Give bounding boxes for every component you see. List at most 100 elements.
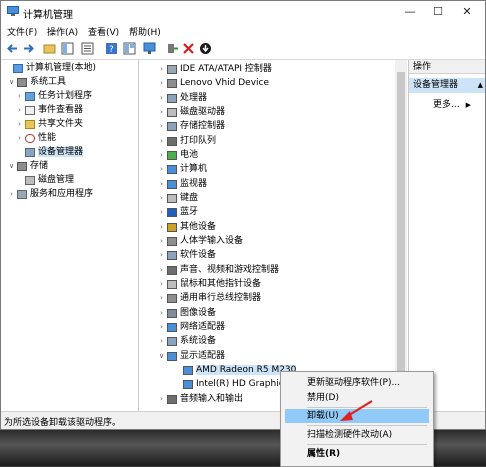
maximize-button[interactable]: ☐ — [425, 4, 451, 20]
actions-more[interactable]: 更多... ▶ — [433, 97, 471, 110]
properties-icon[interactable] — [123, 42, 136, 55]
tree-item-performance[interactable]: › 性能 — [15, 132, 56, 145]
menu-item-properties[interactable]: 属性(R) — [285, 447, 429, 461]
chevron-down-icon[interactable]: ∨ — [7, 76, 16, 89]
actions-section-device-manager[interactable]: 设备管理器 ▲ — [409, 78, 485, 93]
menu-view[interactable]: 查看(V) — [88, 25, 119, 38]
chevron-right-icon[interactable]: › — [7, 188, 16, 201]
chevron-right-icon[interactable]: › — [157, 235, 166, 248]
chevron-right-icon[interactable]: › — [157, 393, 166, 406]
device-category[interactable]: › Lenovo Vhid Device — [157, 77, 269, 90]
device-category[interactable]: › 监视器 — [157, 178, 207, 191]
chevron-right-icon[interactable]: › — [157, 77, 166, 90]
tree-item-event-viewer[interactable]: › 事件查看器 — [15, 104, 83, 117]
device-category[interactable]: › 打印队列 — [157, 135, 216, 148]
device-category[interactable]: › 计算机 — [157, 163, 207, 176]
chevron-right-icon[interactable]: › — [157, 92, 166, 105]
event-log-icon — [25, 106, 35, 115]
close-button[interactable]: ✕ — [454, 4, 480, 20]
chevron-right-icon[interactable]: › — [157, 178, 166, 191]
chevron-right-icon[interactable]: › — [157, 249, 166, 262]
device-list: › IDE ATA/ATAPI 控制器 › Lenovo Vhid Device › 处理… — [141, 60, 409, 411]
chevron-right-icon[interactable]: › — [15, 90, 24, 103]
chevron-right-icon[interactable]: › — [157, 106, 166, 119]
up-folder-icon[interactable] — [43, 42, 56, 55]
device-category[interactable]: › IDE ATA/ATAPI 控制器 — [157, 63, 272, 76]
clock-icon — [25, 92, 35, 101]
device-category[interactable]: › 图像设备 — [157, 307, 216, 320]
uninstall-x-icon[interactable] — [182, 42, 195, 55]
device-category[interactable]: › 磁盘驱动器 — [157, 106, 225, 119]
scrollbar-thumb[interactable] — [397, 72, 405, 372]
device-icon — [167, 136, 177, 146]
chevron-right-icon[interactable]: › — [157, 221, 166, 234]
device-category[interactable]: › 声音、视频和游戏控制器 — [157, 264, 279, 277]
device-item[interactable]: Intel(R) HD Graphics — [173, 378, 288, 391]
chevron-right-icon[interactable]: › — [157, 335, 166, 348]
tree-item-task-scheduler[interactable]: › 任务计划程序 — [15, 90, 92, 103]
chevron-down-icon[interactable]: ∨ — [7, 160, 16, 173]
chevron-right-icon[interactable]: › — [157, 292, 166, 305]
device-item[interactable]: AMD Radeon R5 M230 — [173, 364, 297, 377]
menu-file[interactable]: 文件(F) — [7, 25, 37, 38]
device-category[interactable]: › 音频输入和输出 — [157, 393, 243, 406]
tree-item-computer-management[interactable]: 计算机管理(本地) — [3, 62, 96, 75]
chevron-right-icon[interactable]: › — [157, 321, 166, 334]
chevron-right-icon[interactable]: › — [15, 118, 24, 131]
chevron-down-icon[interactable]: ∨ — [157, 350, 166, 363]
device-category[interactable]: › 键盘 — [157, 192, 198, 205]
device-category[interactable]: › 存储控制器 — [157, 120, 225, 133]
chevron-right-icon[interactable]: › — [157, 135, 166, 148]
chevron-right-icon[interactable]: › — [157, 63, 166, 76]
device-category[interactable]: › 通用串行总线控制器 — [157, 292, 261, 305]
device-category[interactable]: ∨ 显示适配器 — [157, 350, 225, 363]
chevron-right-icon[interactable]: › — [15, 104, 24, 117]
menu-item-scan-hardware[interactable]: 扫描检测硬件改动(A) — [285, 428, 429, 442]
minimize-button[interactable]: — — [397, 4, 423, 20]
title-bar: 计算机管理 — ☐ ✕ — [1, 1, 485, 23]
device-category[interactable]: › 软件设备 — [157, 249, 216, 262]
performance-icon — [25, 134, 35, 143]
tree-item-disk-management[interactable]: 磁盘管理 — [15, 174, 74, 187]
menu-help[interactable]: 帮助(H) — [129, 25, 161, 38]
vertical-scrollbar[interactable] — [395, 60, 407, 411]
tree-item-shared-folders[interactable]: › 共享文件夹 — [15, 118, 83, 131]
device-icon — [167, 294, 177, 304]
annotation-arrow-icon — [340, 400, 373, 421]
chevron-right-icon[interactable]: › — [157, 149, 166, 162]
chevron-right-icon[interactable]: › — [157, 163, 166, 176]
chevron-right-icon[interactable]: › — [157, 278, 166, 291]
tree-item-storage[interactable]: ∨ 存储 — [7, 160, 48, 173]
chevron-right-icon[interactable]: › — [157, 264, 166, 277]
update-driver-icon[interactable] — [199, 42, 212, 55]
menu-action[interactable]: 操作(A) — [47, 25, 78, 38]
device-category[interactable]: › 系统设备 — [157, 335, 216, 348]
device-category[interactable]: › 其他设备 — [157, 221, 216, 234]
chevron-right-icon[interactable]: › — [157, 206, 166, 219]
device-label: 网络适配器 — [180, 321, 226, 332]
device-category[interactable]: › 网络适配器 — [157, 321, 225, 334]
device-category[interactable]: › 鼠标和其他指针设备 — [157, 278, 261, 291]
device-category[interactable]: › 电池 — [157, 149, 198, 162]
device-category[interactable]: › 人体学输入设备 — [157, 235, 243, 248]
collapse-triangle-icon[interactable]: ▲ — [478, 78, 483, 93]
add-driver-icon[interactable] — [166, 42, 179, 55]
device-label: Lenovo Vhid Device — [180, 78, 270, 89]
tree-item-system-tools[interactable]: ∨ 系统工具 — [7, 76, 66, 89]
chevron-right-icon[interactable]: › — [15, 132, 24, 145]
tree-item-services-apps[interactable]: › 服务和应用程序 — [7, 188, 93, 201]
chevron-right-icon[interactable]: › — [157, 192, 166, 205]
chevron-right-icon[interactable]: › — [157, 120, 166, 133]
monitor-icon[interactable] — [143, 42, 156, 55]
tree-item-device-manager[interactable]: 设备管理器 — [15, 146, 84, 159]
show-hide-tree-icon[interactable] — [61, 42, 74, 55]
device-label: 存储控制器 — [180, 121, 226, 132]
menu-item-update-driver[interactable]: 更新驱动程序软件(P)... — [285, 376, 429, 390]
help-icon[interactable]: ? — [105, 42, 118, 55]
device-category[interactable]: › 处理器 — [157, 92, 207, 105]
forward-arrow-icon[interactable] — [22, 42, 35, 55]
chevron-right-icon[interactable]: › — [157, 307, 166, 320]
back-arrow-icon[interactable] — [6, 42, 19, 55]
list-view-icon[interactable] — [81, 42, 94, 55]
device-category[interactable]: › 蓝牙 — [157, 206, 198, 219]
